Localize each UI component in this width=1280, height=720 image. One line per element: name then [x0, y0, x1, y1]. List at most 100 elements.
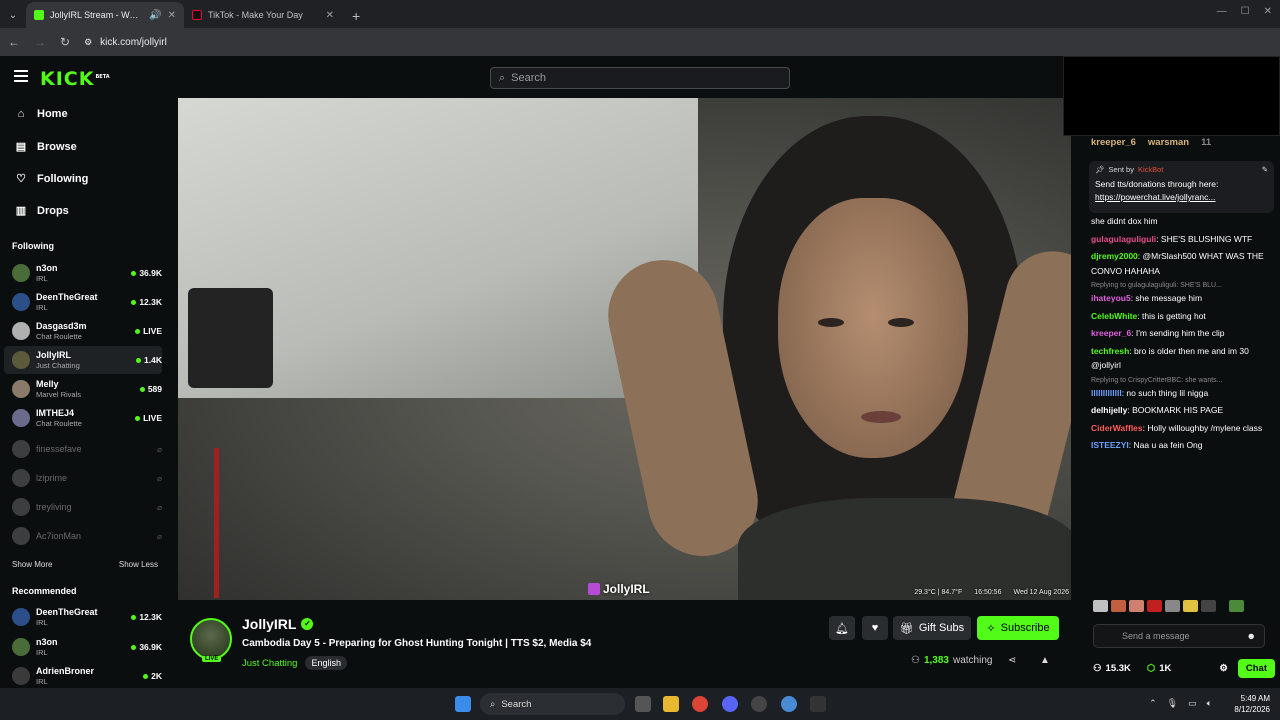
close-window-icon[interactable]: ✕ — [1264, 6, 1272, 17]
recommended-channel[interactable]: AdrienBroner IRL 2K — [4, 662, 162, 690]
address-bar[interactable]: ⚙ kick.com/jollyirl — [84, 37, 167, 48]
emote[interactable] — [1229, 600, 1244, 612]
following-channel[interactable]: Melly Marvel Rivals 589 — [4, 375, 162, 403]
chat-username[interactable]: lllllllllllll — [1091, 388, 1122, 398]
nav-drops[interactable]: ▥ Drops — [14, 204, 69, 218]
follow-button[interactable]: ♥ — [862, 616, 888, 640]
gift-subs-button[interactable]: 🎁︎ Gift Subs — [893, 616, 971, 640]
avatar — [12, 264, 30, 282]
subs-icon: ⬡ — [1146, 663, 1156, 674]
forward-icon[interactable]: → — [34, 35, 46, 49]
chat-message: CiderWaffles: Holly willoughby /mylene c… — [1091, 421, 1274, 436]
steam-icon[interactable] — [751, 696, 767, 712]
show-less-button[interactable]: Show Less — [119, 560, 158, 569]
recommended-section-title: Recommended — [12, 586, 77, 596]
streamer-avatar[interactable] — [190, 618, 232, 660]
offline-channel[interactable]: finessefave ⌀ — [4, 435, 162, 463]
language-tag[interactable]: English — [305, 656, 347, 670]
following-channel[interactable]: DeenTheGreat IRL 12.3K — [4, 288, 162, 316]
new-tab-button[interactable]: + — [342, 8, 370, 28]
following-channel[interactable]: IMTHEJ4 Chat Roulette LIVE — [4, 404, 162, 432]
chrome-active-icon[interactable] — [781, 696, 797, 712]
maximize-icon[interactable]: ☐ — [1241, 6, 1250, 17]
clock[interactable]: 5:49 AM 8/12/2026 — [1234, 693, 1270, 715]
chat-send-button[interactable]: Chat — [1237, 659, 1275, 678]
tab-jollyirl[interactable]: JollyIRL Stream - Watch Live 🔊 ✕ — [26, 2, 184, 28]
chat-username[interactable]: delhijelly — [1091, 405, 1127, 415]
emote[interactable] — [1111, 600, 1126, 612]
avatar — [12, 638, 30, 656]
emoji-icon[interactable]: ☻ — [1247, 631, 1256, 641]
kick-logo[interactable]: KICKBETA — [40, 68, 110, 90]
emote[interactable] — [1129, 600, 1144, 612]
offline-channel[interactable]: lziprime ⌀ — [4, 464, 162, 492]
tab-tiktok[interactable]: TikTok - Make Your Day ✕ — [184, 2, 342, 28]
offline-channel[interactable]: treyliving ⌀ — [4, 493, 162, 521]
tab-close-icon[interactable]: ✕ — [168, 10, 176, 21]
reply-context[interactable]: Replying to CrispyCritterBBC: she wants.… — [1091, 376, 1274, 386]
recommended-channel[interactable]: n3on IRL 36.9K — [4, 633, 162, 661]
chat-username[interactable]: ISTEEZYI — [1091, 440, 1129, 450]
chat-username[interactable]: kreeper_6 — [1091, 328, 1131, 338]
chat-username[interactable]: CiderWaffles — [1091, 423, 1143, 433]
nav-following[interactable]: ♡ Following — [14, 172, 88, 186]
category-link[interactable]: Just Chatting — [242, 658, 297, 669]
chrome-icon[interactable] — [692, 696, 708, 712]
emote[interactable] — [1183, 600, 1198, 612]
tab-search-icon[interactable]: ⌄ — [0, 2, 26, 28]
pinned-link[interactable]: https://powerchat.live/jollyranc... — [1095, 192, 1215, 202]
share-icon[interactable]: ⋖ — [1008, 655, 1016, 666]
settings-icon[interactable]: ⚙ — [1219, 663, 1228, 674]
emote[interactable] — [1147, 600, 1162, 612]
emote[interactable] — [1093, 600, 1108, 612]
chat-text: : she message him — [1130, 293, 1203, 303]
following-channel[interactable]: Dasgasd3m Chat Roulette LIVE — [4, 317, 162, 345]
chat-username[interactable]: ihateyou5 — [1091, 293, 1131, 303]
emote[interactable] — [1201, 600, 1216, 612]
emote[interactable] — [1165, 600, 1180, 612]
unpin-icon[interactable]: ✎ — [1262, 165, 1268, 174]
discord-icon[interactable] — [722, 696, 738, 712]
task-view-icon[interactable] — [635, 696, 651, 712]
gifter[interactable]: warsman — [1148, 137, 1189, 148]
chat-username[interactable]: djremy2000 — [1091, 251, 1138, 261]
show-more-button[interactable]: Show More — [12, 560, 52, 569]
video-player[interactable]: JollyIRL 29.3°C | 84.7°F 16:50:56 Wed 12… — [178, 98, 1071, 600]
nav-home[interactable]: ⌂ Home — [14, 108, 68, 120]
chat-username[interactable]: CelebWhite — [1091, 311, 1137, 321]
notification-bell-button[interactable]: 🔔︎ — [829, 616, 855, 640]
report-icon[interactable]: ▲ — [1040, 655, 1050, 666]
avatar — [12, 608, 30, 626]
volume-icon[interactable]: 🔈︎ — [1207, 698, 1212, 709]
tab-close-icon[interactable]: ✕ — [326, 10, 334, 21]
search-input[interactable]: ⌕ Search — [490, 67, 790, 89]
pinned-sender[interactable]: KickBot — [1138, 165, 1163, 174]
menu-icon[interactable] — [14, 70, 28, 82]
chat-username[interactable]: gulagulaguliguli — [1091, 234, 1156, 244]
microphone-icon[interactable]: 🎙︎ — [1167, 698, 1178, 709]
recommended-channel[interactable]: DeenTheGreat IRL 12.3K — [4, 603, 162, 631]
windows-start-icon[interactable] — [455, 696, 471, 712]
nav-browse[interactable]: ▤ Browse — [14, 140, 77, 154]
network-icon[interactable]: ▭ — [1188, 698, 1197, 709]
following-channel-selected[interactable]: JollyIRL Just Chatting 1.4K — [4, 346, 162, 374]
subscribe-button[interactable]: ✧ Subscribe — [977, 616, 1059, 640]
app-icon[interactable] — [810, 696, 826, 712]
chevron-up-icon[interactable]: ⌃ — [1149, 698, 1157, 709]
file-explorer-icon[interactable] — [663, 696, 679, 712]
speaker-icon[interactable]: 🔊 — [149, 10, 161, 21]
chat-input[interactable]: Send a message ☻ — [1093, 624, 1265, 648]
site-info-icon[interactable]: ⚙ — [84, 37, 92, 48]
back-icon[interactable]: ← — [8, 35, 20, 49]
minimize-icon[interactable]: — — [1217, 6, 1227, 17]
url-text: kick.com/jollyirl — [100, 36, 167, 48]
streamer-name[interactable]: JollyIRL ✓ — [242, 616, 314, 632]
taskbar-search[interactable]: ⌕ Search — [480, 693, 625, 715]
offline-channel[interactable]: Ac7ionMan ⌀ — [4, 522, 162, 550]
reply-context[interactable]: Replying to gulagulaguliguli: SHE'S BLU.… — [1091, 281, 1274, 291]
following-channel[interactable]: n3on IRL 36.9K — [4, 259, 162, 287]
avatar — [12, 667, 30, 685]
chat-username[interactable]: techfresh — [1091, 346, 1129, 356]
reload-icon[interactable]: ↻ — [60, 35, 70, 49]
gifter[interactable]: kreeper_6 — [1091, 137, 1136, 148]
